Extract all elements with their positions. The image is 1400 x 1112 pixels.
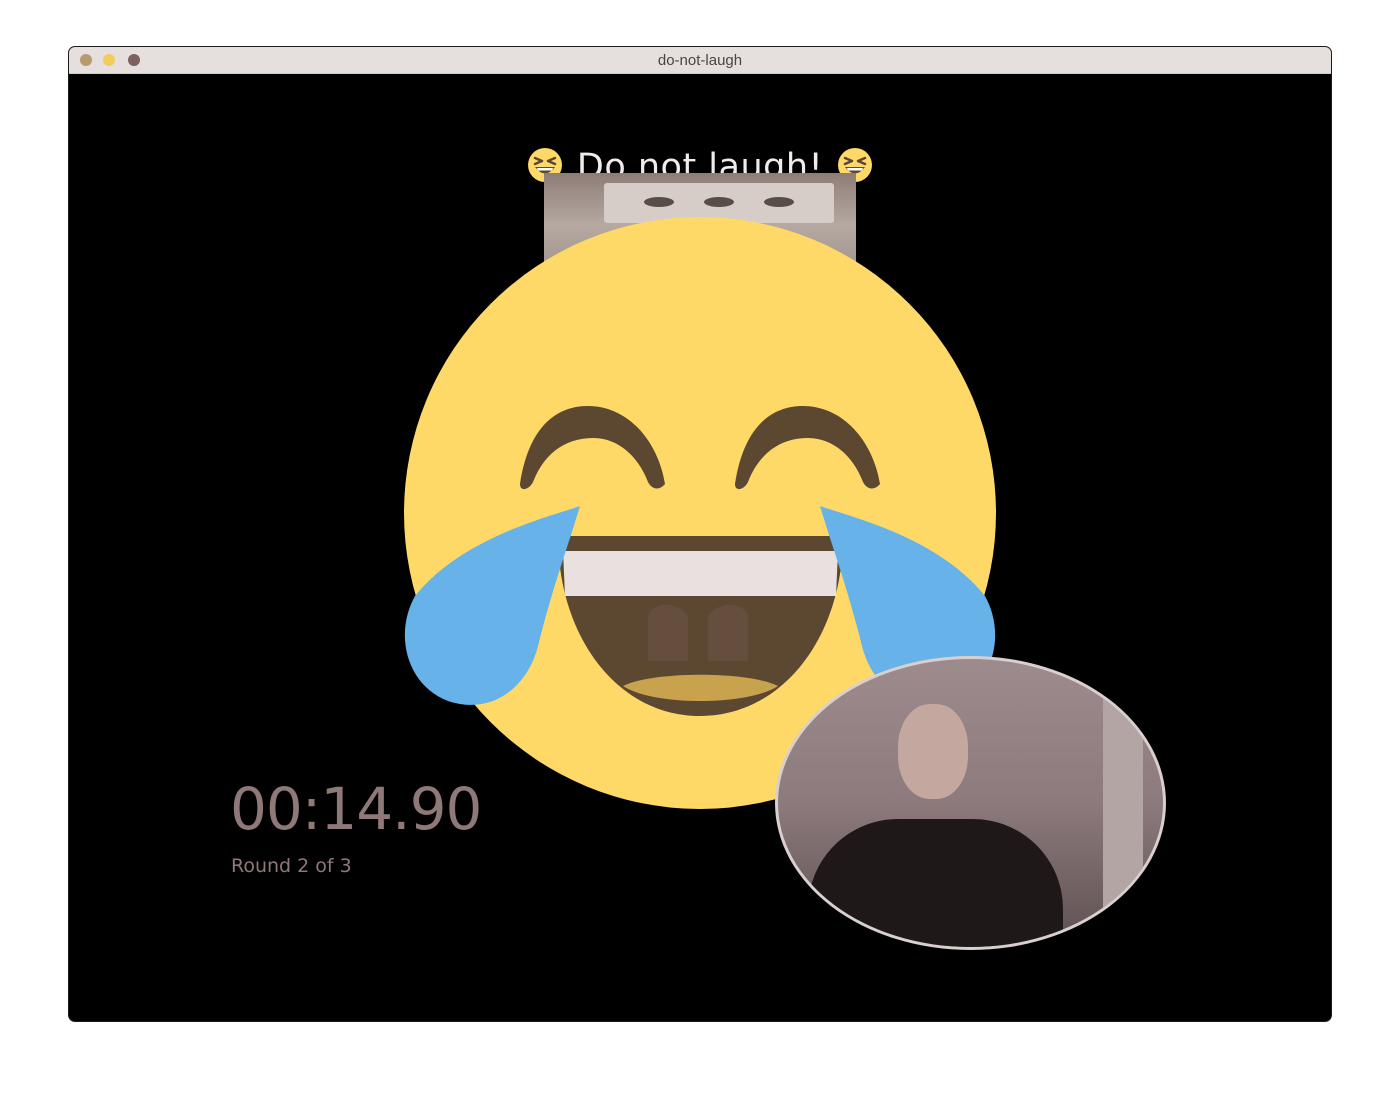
round-indicator: Round 2 of 3 <box>231 855 352 877</box>
title-bar[interactable]: do-not-laugh <box>69 47 1331 74</box>
webcam-background <box>1103 689 1143 909</box>
app-window: do-not-laugh Do not laugh! 00:14.90 Roun… <box>69 47 1331 1021</box>
webcam-person-face <box>898 704 968 799</box>
countdown-timer: 00:14.90 <box>230 775 482 843</box>
window-title: do-not-laugh <box>657 52 743 69</box>
webcam-preview <box>775 656 1166 950</box>
webcam-person-body <box>808 819 1063 947</box>
